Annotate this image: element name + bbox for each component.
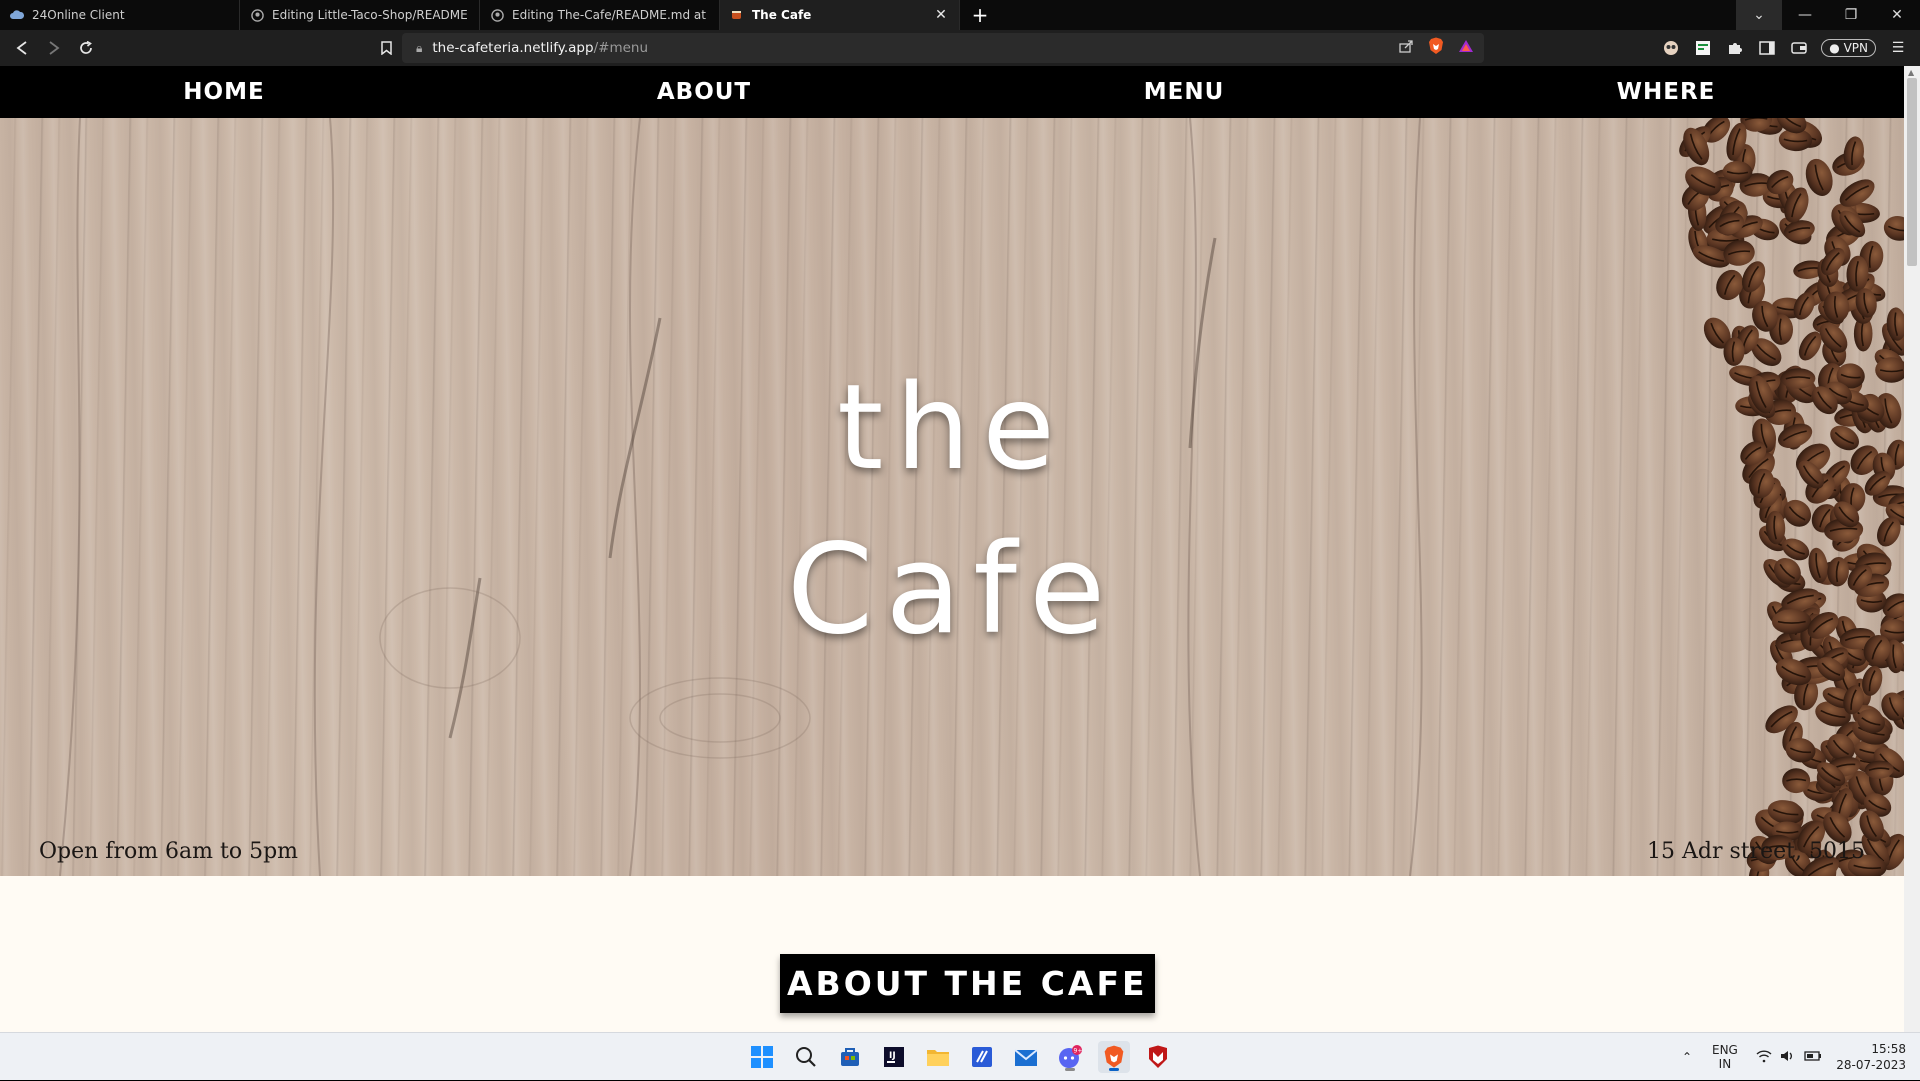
back-icon[interactable]	[6, 32, 38, 64]
system-tray-icons[interactable]	[1756, 1033, 1822, 1081]
tab-24online-client[interactable]: 24Online Client	[0, 0, 240, 30]
tab-label: Editing Little-Taco-Shop/README.md	[272, 8, 469, 22]
scrollbar-thumb[interactable]	[1907, 78, 1917, 266]
extensions-area: ● VPN ☰	[1657, 30, 1920, 66]
tab-little-taco-shop-readme[interactable]: Editing Little-Taco-Shop/README.md	[240, 0, 480, 30]
wallet-icon[interactable]	[1785, 34, 1813, 62]
nav-home-link[interactable]: HOME	[148, 66, 300, 118]
opening-hours: Open from 6am to 5pm	[39, 839, 299, 864]
clock[interactable]: 15:58 28-07-2023	[1836, 1033, 1906, 1081]
cafe-favicon-icon	[730, 8, 744, 22]
tab-the-cafe[interactable]: The Cafe ✕	[720, 0, 960, 30]
about-section-heading: ABOUT THE CAFE	[780, 954, 1155, 1013]
intellij-icon[interactable]: IJ	[878, 1041, 910, 1073]
restore-icon[interactable]: ❐	[1828, 0, 1874, 30]
close-tab-icon[interactable]: ✕	[933, 7, 949, 23]
running-indicator	[1065, 1068, 1075, 1071]
page-scrollbar[interactable]: ▲	[1904, 66, 1920, 1032]
site-navbar: HOME ABOUT MENU WHERE	[0, 66, 1904, 118]
windows-taskbar: IJ 9+ ⌃ ENG IN 15:58 28-07-2023	[0, 1032, 1920, 1080]
clock-date: 28-07-2023	[1836, 1058, 1906, 1072]
language-code: ENG	[1712, 1043, 1738, 1057]
hero-title-cafe: Cafe	[786, 518, 1118, 662]
store-icon[interactable]	[834, 1041, 866, 1073]
active-indicator	[1109, 1068, 1119, 1071]
new-tab-button[interactable]: +	[960, 0, 1000, 30]
url-path: /#menu	[593, 40, 649, 56]
mcafee-icon[interactable]	[1142, 1041, 1174, 1073]
tab-label: Editing The-Cafe/README.md at main	[512, 8, 709, 22]
window-controls: ⌄ — ❐ ✕	[1736, 0, 1920, 30]
brave-browser-icon[interactable]	[1098, 1041, 1130, 1073]
reload-icon[interactable]	[70, 32, 102, 64]
vpn-label: VPN	[1843, 41, 1868, 55]
address-bar[interactable]: 🔒︎ the-cafeteria.netlify.app/#menu	[402, 33, 1484, 63]
address: 15 Adr street, 5015	[1647, 839, 1865, 864]
github-icon	[250, 8, 264, 22]
nav-about-link[interactable]: ABOUT	[628, 66, 780, 118]
extensions-puzzle-icon[interactable]	[1721, 34, 1749, 62]
forward-icon[interactable]	[38, 32, 70, 64]
brave-rewards-icon[interactable]	[1458, 39, 1474, 57]
hero-banner: the Cafe Open from 6am to 5pm 15 Adr str…	[0, 118, 1904, 876]
volume-icon	[1780, 1049, 1796, 1066]
nav-where-link[interactable]: WHERE	[1590, 66, 1742, 118]
file-explorer-icon[interactable]	[922, 1041, 954, 1073]
discord-icon[interactable]: 9+	[1054, 1041, 1086, 1073]
web-page: HOME ABOUT MENU WHERE the Cafe Open from…	[0, 66, 1920, 1032]
hero-title-the: the	[837, 358, 1067, 496]
language-region: IN	[1718, 1057, 1732, 1071]
sidebar-toggle-icon[interactable]	[1753, 34, 1781, 62]
browser-tab-strip: 24Online Client Editing Little-Taco-Shop…	[0, 0, 1920, 30]
vscode-like-icon[interactable]	[966, 1041, 998, 1073]
show-hidden-icons-chevron-icon[interactable]: ⌃	[1682, 1033, 1692, 1081]
close-window-icon[interactable]: ✕	[1874, 0, 1920, 30]
minimize-icon[interactable]: —	[1782, 0, 1828, 30]
menu-hamburger-icon[interactable]: ☰	[1884, 34, 1912, 62]
windows-start-icon[interactable]	[746, 1041, 778, 1073]
extension-sheet-icon[interactable]	[1689, 34, 1717, 62]
lock-icon: 🔒︎	[416, 40, 423, 55]
wifi-icon	[1756, 1049, 1772, 1066]
mail-icon[interactable]	[1010, 1041, 1042, 1073]
language-indicator[interactable]: ENG IN	[1712, 1033, 1738, 1081]
cloud-icon	[10, 8, 24, 22]
tab-label: 24Online Client	[32, 8, 125, 22]
battery-icon	[1804, 1050, 1822, 1065]
extension-owl-icon[interactable]	[1657, 34, 1685, 62]
tab-label: The Cafe	[752, 8, 812, 22]
tab-the-cafe-readme[interactable]: Editing The-Cafe/README.md at main	[480, 0, 720, 30]
search-icon[interactable]	[790, 1041, 822, 1073]
clock-time: 15:58	[1871, 1042, 1906, 1056]
github-icon	[490, 8, 504, 22]
brave-shields-icon[interactable]	[1428, 37, 1444, 59]
tab-search-chevron-icon[interactable]: ⌄	[1736, 0, 1782, 30]
share-icon[interactable]	[1399, 39, 1414, 57]
bookmark-icon[interactable]	[370, 32, 402, 64]
svg-text:IJ: IJ	[889, 1051, 896, 1061]
url-host: the-cafeteria.netlify.app	[432, 40, 594, 56]
scroll-up-arrow-icon[interactable]: ▲	[1908, 68, 1914, 77]
notification-badge: 9+	[1074, 1048, 1083, 1055]
browser-toolbar: 🔒︎ the-cafeteria.netlify.app/#menu ● VPN…	[0, 30, 1920, 66]
coffee-beans-image	[1679, 118, 1904, 876]
nav-menu-link[interactable]: MENU	[1108, 66, 1260, 118]
vpn-button[interactable]: ● VPN	[1821, 39, 1876, 57]
